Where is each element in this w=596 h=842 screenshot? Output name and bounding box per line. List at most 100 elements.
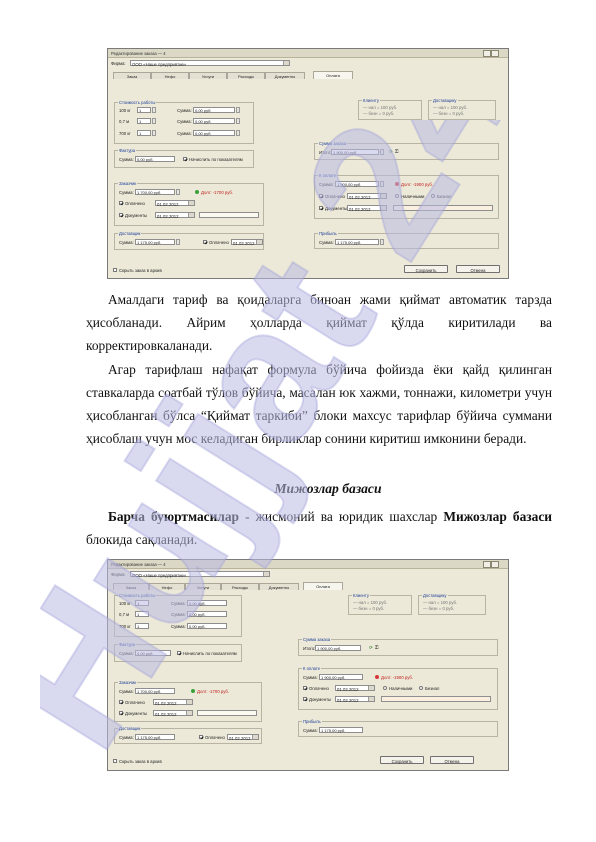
- profit-sum-input[interactable]: 1 175,00 руб.: [319, 727, 363, 733]
- delivery-paid-date[interactable]: 01.02.2012: [227, 734, 259, 741]
- chevron-down-icon[interactable]: [263, 572, 269, 576]
- client-doc-input[interactable]: [199, 212, 259, 218]
- tariff-checkbox[interactable]: [177, 651, 181, 655]
- tab-order[interactable]: Заказ: [113, 72, 151, 79]
- delivery-sum-input[interactable]: 1 175,00 руб.: [135, 239, 175, 245]
- delivery-paid-checkbox[interactable]: [199, 735, 203, 739]
- firm-select[interactable]: ООО «Наше предприятие»: [130, 571, 270, 578]
- archive-checkbox[interactable]: [113, 268, 117, 272]
- cost-sum-input[interactable]: 0,00 руб.: [187, 600, 227, 606]
- payable-sum-input[interactable]: 1 900,00 руб.: [335, 181, 379, 187]
- cost-sum-input[interactable]: 0,00 руб.: [193, 118, 235, 124]
- chevron-down-icon[interactable]: [380, 194, 386, 198]
- payable-doc-date[interactable]: 01.02.2012: [335, 696, 375, 703]
- client-sum-input[interactable]: 1 700,00 руб.: [135, 189, 175, 195]
- payable-paid-checkbox[interactable]: [319, 194, 323, 198]
- client-doc-date[interactable]: 01.02.2012: [153, 710, 193, 717]
- cost-sum-stepper[interactable]: [236, 130, 240, 136]
- save-button[interactable]: Сохранить: [404, 265, 448, 273]
- cost-sum-input[interactable]: 0,00 руб.: [193, 107, 235, 113]
- payable-paid-checkbox[interactable]: [303, 686, 307, 690]
- refresh-icon[interactable]: ⟳: [369, 645, 373, 651]
- client-paid-checkbox[interactable]: [119, 201, 123, 205]
- tab-info[interactable]: Нефо: [149, 583, 185, 590]
- tab-payment[interactable]: Оплата: [303, 582, 343, 590]
- tab-expenses[interactable]: Расходы: [221, 583, 259, 590]
- chevron-down-icon[interactable]: [186, 711, 192, 715]
- firm-select[interactable]: ООО «Наше предприятие»: [130, 60, 290, 67]
- client-doc-input[interactable]: [197, 710, 257, 716]
- tab-payment[interactable]: Оплата: [313, 71, 353, 79]
- payable-paid-date[interactable]: 01.02.2012: [335, 685, 375, 692]
- cost-qty-input[interactable]: 1: [137, 118, 151, 124]
- client-doc-checkbox[interactable]: [119, 711, 123, 715]
- payable-doc-input[interactable]: [393, 205, 493, 211]
- cost-sum-stepper[interactable]: [236, 118, 240, 124]
- cost-sum-input[interactable]: 0,00 руб.: [187, 623, 227, 629]
- cost-qty-input[interactable]: 1: [135, 600, 149, 606]
- delivery-paid-date[interactable]: 01.02.2012: [231, 239, 263, 246]
- cost-sum-input[interactable]: 0,00 руб.: [193, 130, 235, 136]
- cost-qty-input[interactable]: 1: [135, 611, 149, 617]
- tariff-sum-input[interactable]: 0,00 руб.: [135, 156, 175, 162]
- total-sum-input[interactable]: 1 900,00 руб.: [315, 645, 361, 651]
- client-paid-date[interactable]: 01.02.2012: [155, 200, 195, 207]
- profit-sum-stepper[interactable]: [380, 239, 384, 245]
- archive-checkbox[interactable]: [113, 759, 117, 763]
- tab-documents[interactable]: Документы: [259, 583, 299, 590]
- tab-info[interactable]: Нефо: [151, 72, 189, 79]
- payable-sum-stepper[interactable]: [380, 181, 384, 187]
- payable-paid-date[interactable]: 01.02.2012: [347, 193, 387, 200]
- cost-qty-stepper[interactable]: [152, 118, 156, 124]
- total-sum-stepper[interactable]: [380, 149, 384, 155]
- client-doc-checkbox[interactable]: [119, 213, 123, 217]
- tab-services[interactable]: Услуги: [189, 72, 227, 79]
- tariff-checkbox[interactable]: [183, 157, 187, 161]
- payable-noncash-radio[interactable]: [419, 686, 423, 690]
- refresh-icon[interactable]: ⟳: [389, 149, 393, 155]
- chevron-down-icon[interactable]: [188, 213, 194, 217]
- client-sum-stepper[interactable]: [176, 189, 180, 195]
- client-sum-input[interactable]: 1 700,00 руб.: [135, 688, 175, 694]
- tab-order[interactable]: Заказ: [113, 583, 149, 590]
- close-button[interactable]: [491, 561, 499, 568]
- chevron-down-icon[interactable]: [186, 700, 192, 704]
- cost-qty-stepper[interactable]: [152, 107, 156, 113]
- close-button[interactable]: [491, 50, 499, 57]
- cost-sum-input[interactable]: 0,00 руб.: [187, 611, 227, 617]
- chevron-down-icon[interactable]: [252, 735, 258, 739]
- client-paid-checkbox[interactable]: [119, 700, 123, 704]
- save-button[interactable]: Сохранить: [380, 756, 424, 764]
- cancel-button[interactable]: Отмена: [430, 756, 474, 764]
- chevron-down-icon[interactable]: [368, 697, 374, 701]
- cost-qty-input[interactable]: 1: [137, 107, 151, 113]
- payable-doc-checkbox[interactable]: [303, 697, 307, 701]
- client-doc-date[interactable]: 01.02.2012: [155, 212, 195, 219]
- tab-expenses[interactable]: Расходы: [227, 72, 265, 79]
- delivery-sum-stepper[interactable]: [176, 239, 180, 245]
- tab-services[interactable]: Услуги: [185, 583, 221, 590]
- lock-icon[interactable]: ⚿: [395, 149, 398, 154]
- chevron-down-icon[interactable]: [283, 61, 289, 65]
- payable-cash-radio[interactable]: [383, 686, 387, 690]
- cancel-button[interactable]: Отмена: [456, 265, 500, 273]
- payable-noncash-radio[interactable]: [431, 194, 435, 198]
- profit-sum-input[interactable]: 1 175,00 руб.: [335, 239, 379, 245]
- payable-doc-input[interactable]: [381, 696, 491, 702]
- tab-documents[interactable]: Документы: [265, 72, 305, 79]
- minimize-button[interactable]: [483, 50, 491, 57]
- cost-sum-stepper[interactable]: [236, 107, 240, 113]
- tariff-sum-input[interactable]: 0,00 руб.: [135, 650, 171, 656]
- chevron-down-icon[interactable]: [380, 206, 386, 210]
- client-paid-date[interactable]: 01.02.2012: [153, 699, 193, 706]
- cost-qty-input[interactable]: 1: [135, 623, 149, 629]
- chevron-down-icon[interactable]: [188, 201, 194, 205]
- payable-doc-checkbox[interactable]: [319, 206, 323, 210]
- total-sum-input[interactable]: 1 900,00 руб.: [331, 149, 379, 155]
- chevron-down-icon[interactable]: [256, 240, 262, 244]
- payable-doc-date[interactable]: 01.02.2012: [347, 205, 387, 212]
- payable-sum-input[interactable]: 1 900,00 руб.: [319, 674, 363, 680]
- cost-qty-input[interactable]: 1: [137, 130, 151, 136]
- payable-cash-radio[interactable]: [395, 194, 399, 198]
- delivery-sum-input[interactable]: 1 175,00 руб.: [135, 734, 175, 740]
